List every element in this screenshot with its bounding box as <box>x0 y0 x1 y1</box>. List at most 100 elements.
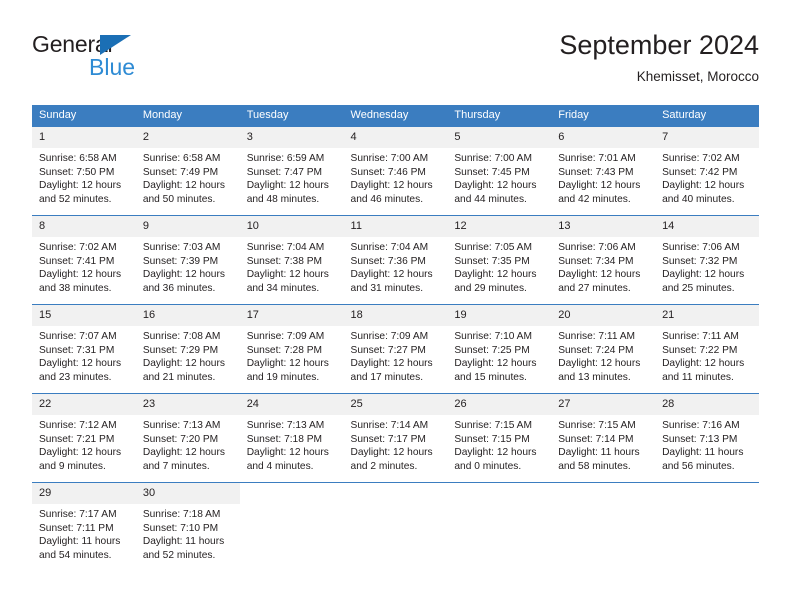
daylight-text-line1: Daylight: 11 hours <box>662 447 744 459</box>
sunrise-text: Sunrise: 7:17 AM <box>39 509 117 520</box>
daylight-text-line2: and 17 minutes. <box>350 371 424 383</box>
calendar-day-cell[interactable]: 25 Sunrise: 7:14 AM Sunset: 7:17 PM Dayligh… <box>343 393 448 483</box>
daylight-text-line1: Daylight: 12 hours <box>454 358 537 370</box>
calendar-day-cell[interactable]: 1 Sunrise: 6:58 AM Sunset: 7:50 PM Daylight… <box>32 126 136 216</box>
day-cell-inner <box>447 483 551 571</box>
daylight-text-line2: and 54 minutes. <box>39 549 112 561</box>
brand-name-blue: Blue <box>89 54 136 80</box>
sunrise-text: Sunrise: 6:59 AM <box>246 153 325 164</box>
daylight-text-line2: and 38 minutes. <box>39 282 112 294</box>
day-details: Sunrise: 7:11 AM Sunset: 7:24 PM Daylight:… <box>551 326 655 384</box>
sunrise-text: Sunrise: 7:06 AM <box>662 242 740 253</box>
day-details: Sunrise: 7:06 AM Sunset: 7:32 PM Daylight:… <box>655 237 759 295</box>
daylight-text-line1: Daylight: 12 hours <box>246 269 329 281</box>
calendar-day-cell[interactable]: 3 Sunrise: 6:59 AM Sunset: 7:47 PM Daylight… <box>239 126 344 216</box>
day-number: 4 <box>343 127 448 148</box>
location-subtitle: Khemisset, Morocco <box>636 69 759 84</box>
sunset-text: Sunset: 7:34 PM <box>558 255 634 267</box>
day-number: 19 <box>447 305 552 326</box>
calendar-day-cell-empty <box>239 482 344 571</box>
daylight-text-line2: and 34 minutes. <box>246 282 320 294</box>
calendar-day-cell[interactable]: 15 Sunrise: 7:07 AM Sunset: 7:31 PM Dayligh… <box>32 304 136 394</box>
calendar-day-cell[interactable]: 17 Sunrise: 7:09 AM Sunset: 7:28 PM Dayligh… <box>239 304 344 394</box>
calendar-day-cell[interactable]: 8 Sunrise: 7:02 AM Sunset: 7:41 PM Daylight… <box>32 215 136 305</box>
day-number: 11 <box>343 216 448 237</box>
day-cell-inner <box>551 483 655 571</box>
calendar-day-cell[interactable]: 20 Sunrise: 7:11 AM Sunset: 7:24 PM Dayligh… <box>551 304 656 394</box>
sunrise-text: Sunrise: 7:16 AM <box>662 420 740 431</box>
calendar-body: 1 Sunrise: 6:58 AM Sunset: 7:50 PM Daylight… <box>32 126 759 571</box>
daylight-text-line1: Daylight: 12 hours <box>350 447 433 459</box>
calendar-day-cell[interactable]: 28 Sunrise: 7:16 AM Sunset: 7:13 PM Dayligh… <box>655 393 759 483</box>
day-number <box>240 483 344 504</box>
calendar-day-cell[interactable]: 12 Sunrise: 7:05 AM Sunset: 7:35 PM Dayligh… <box>447 215 552 305</box>
sunset-text: Sunset: 7:38 PM <box>246 255 323 267</box>
daylight-text-line2: and 31 minutes. <box>350 282 424 294</box>
sunrise-text: Sunrise: 7:15 AM <box>454 420 532 431</box>
calendar-day-cell[interactable]: 10 Sunrise: 7:04 AM Sunset: 7:38 PM Dayligh… <box>239 215 344 305</box>
day-details: Sunrise: 7:14 AM Sunset: 7:17 PM Daylight:… <box>344 415 448 473</box>
calendar-day-cell[interactable]: 13 Sunrise: 7:06 AM Sunset: 7:34 PM Dayligh… <box>551 215 656 305</box>
day-cell-inner: 17 Sunrise: 7:09 AM Sunset: 7:28 PM Dayligh… <box>239 305 344 393</box>
calendar-day-cell[interactable]: 4 Sunrise: 7:00 AM Sunset: 7:46 PM Daylight… <box>343 126 448 216</box>
day-cell-inner: 5 Sunrise: 7:00 AM Sunset: 7:45 PM Daylight… <box>447 127 552 215</box>
day-number: 28 <box>655 394 759 415</box>
sunrise-text: Sunrise: 7:09 AM <box>246 331 325 342</box>
calendar-day-cell[interactable]: 18 Sunrise: 7:09 AM Sunset: 7:27 PM Dayligh… <box>343 304 448 394</box>
sunset-text: Sunset: 7:24 PM <box>558 344 634 356</box>
day-number: 8 <box>32 216 136 237</box>
calendar-day-cell[interactable]: 27 Sunrise: 7:15 AM Sunset: 7:14 PM Dayligh… <box>551 393 656 483</box>
daylight-text-line1: Daylight: 12 hours <box>39 358 122 370</box>
calendar-day-cell[interactable]: 6 Sunrise: 7:01 AM Sunset: 7:43 PM Daylight… <box>551 126 656 216</box>
weekday-header-sunday: Sunday <box>32 105 136 127</box>
daylight-text-line2: and 46 minutes. <box>350 193 424 205</box>
calendar-day-cell[interactable]: 30 Sunrise: 7:18 AM Sunset: 7:10 PM Dayligh… <box>135 482 240 571</box>
calendar-day-cell[interactable]: 16 Sunrise: 7:08 AM Sunset: 7:29 PM Dayligh… <box>135 304 240 394</box>
daylight-text-line1: Daylight: 12 hours <box>558 358 641 370</box>
day-details: Sunrise: 7:07 AM Sunset: 7:31 PM Daylight:… <box>32 326 136 384</box>
sunrise-text: Sunrise: 7:11 AM <box>558 331 636 342</box>
calendar-week-row: 8 Sunrise: 7:02 AM Sunset: 7:41 PM Daylight… <box>32 215 759 305</box>
day-number: 21 <box>655 305 759 326</box>
sunset-text: Sunset: 7:28 PM <box>246 344 323 356</box>
day-details <box>655 504 759 508</box>
calendar-day-cell[interactable]: 21 Sunrise: 7:11 AM Sunset: 7:22 PM Dayligh… <box>655 304 759 394</box>
calendar-day-cell[interactable]: 11 Sunrise: 7:04 AM Sunset: 7:36 PM Dayligh… <box>343 215 448 305</box>
day-details: Sunrise: 6:58 AM Sunset: 7:50 PM Daylight:… <box>32 148 136 206</box>
calendar-week-row: 1 Sunrise: 6:58 AM Sunset: 7:50 PM Daylight… <box>32 126 759 216</box>
calendar-day-cell[interactable]: 14 Sunrise: 7:06 AM Sunset: 7:32 PM Dayligh… <box>655 215 759 305</box>
calendar-day-cell[interactable]: 23 Sunrise: 7:13 AM Sunset: 7:20 PM Dayligh… <box>135 393 240 483</box>
sunset-text: Sunset: 7:14 PM <box>558 433 634 445</box>
daylight-text-line1: Daylight: 12 hours <box>142 447 225 459</box>
sunrise-text: Sunrise: 7:04 AM <box>246 242 325 253</box>
daylight-text-line2: and 58 minutes. <box>558 460 631 472</box>
sunrise-text: Sunrise: 7:13 AM <box>142 420 221 431</box>
calendar-day-cell[interactable]: 5 Sunrise: 7:00 AM Sunset: 7:45 PM Daylight… <box>447 126 552 216</box>
weekday-header-saturday: Saturday <box>655 105 759 127</box>
daylight-text-line1: Daylight: 12 hours <box>454 180 537 192</box>
sunset-text: Sunset: 7:32 PM <box>662 255 738 267</box>
daylight-text-line2: and 23 minutes. <box>39 371 112 383</box>
day-cell-inner: 9 Sunrise: 7:03 AM Sunset: 7:39 PM Daylight… <box>135 216 240 304</box>
calendar-day-cell[interactable]: 2 Sunrise: 6:58 AM Sunset: 7:49 PM Daylight… <box>135 126 240 216</box>
calendar-day-cell[interactable]: 26 Sunrise: 7:15 AM Sunset: 7:15 PM Dayligh… <box>447 393 552 483</box>
calendar-day-cell[interactable]: 7 Sunrise: 7:02 AM Sunset: 7:42 PM Daylight… <box>655 126 759 216</box>
calendar-day-cell[interactable]: 24 Sunrise: 7:13 AM Sunset: 7:18 PM Dayligh… <box>239 393 344 483</box>
sunset-text: Sunset: 7:49 PM <box>142 166 219 178</box>
daylight-text-line1: Daylight: 11 hours <box>142 536 225 548</box>
day-number: 5 <box>447 127 552 148</box>
daylight-text-line1: Daylight: 11 hours <box>39 536 121 548</box>
sunset-text: Sunset: 7:47 PM <box>246 166 323 178</box>
day-cell-inner: 3 Sunrise: 6:59 AM Sunset: 7:47 PM Daylight… <box>239 127 344 215</box>
sunset-text: Sunset: 7:22 PM <box>662 344 738 356</box>
calendar-day-cell[interactable]: 22 Sunrise: 7:12 AM Sunset: 7:21 PM Dayligh… <box>32 393 136 483</box>
day-details: Sunrise: 7:15 AM Sunset: 7:14 PM Daylight:… <box>551 415 655 473</box>
calendar-day-cell[interactable]: 9 Sunrise: 7:03 AM Sunset: 7:39 PM Daylight… <box>135 215 240 305</box>
calendar-day-cell[interactable]: 19 Sunrise: 7:10 AM Sunset: 7:25 PM Dayligh… <box>447 304 552 394</box>
calendar-day-cell[interactable]: 29 Sunrise: 7:17 AM Sunset: 7:11 PM Dayligh… <box>32 482 136 571</box>
brand-logo[interactable]: General Blue <box>32 32 252 92</box>
sunrise-text: Sunrise: 7:10 AM <box>454 331 532 342</box>
sunrise-text: Sunrise: 6:58 AM <box>39 153 117 164</box>
sunset-text: Sunset: 7:45 PM <box>454 166 530 178</box>
sunset-text: Sunset: 7:10 PM <box>142 522 219 534</box>
